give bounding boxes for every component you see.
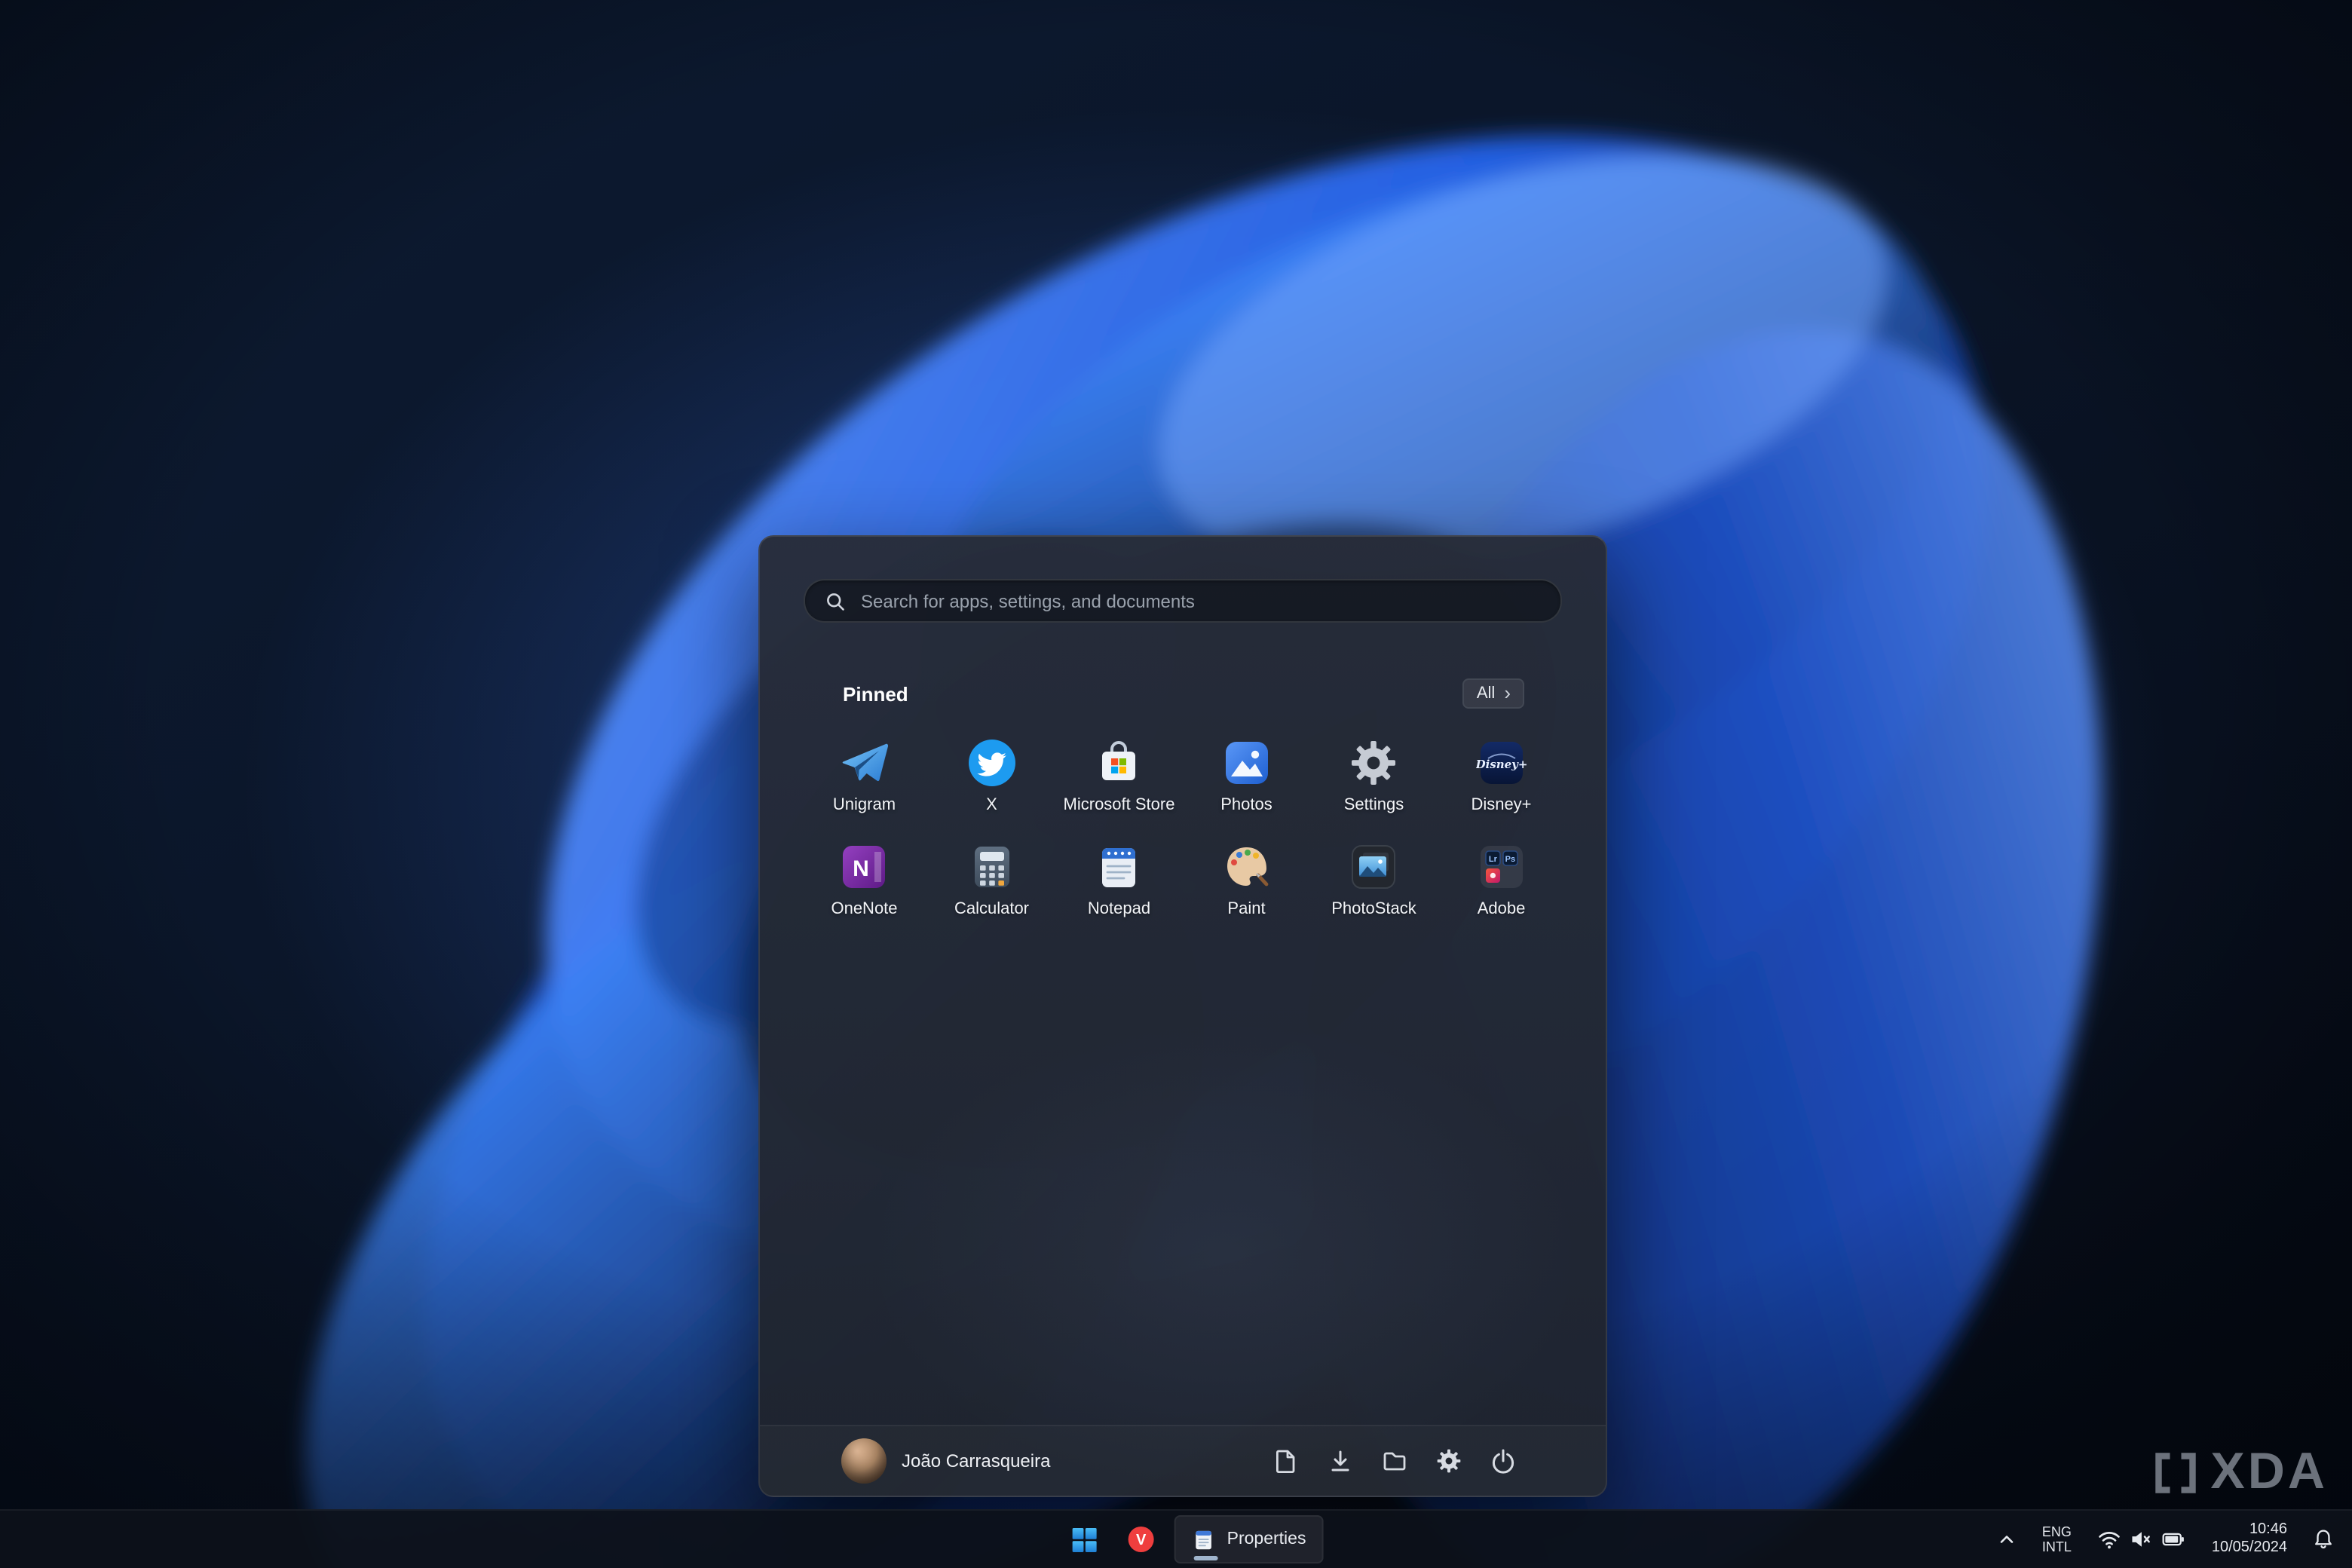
app-label: Notepad: [1087, 900, 1151, 918]
notification-bell-icon: [2315, 1530, 2332, 1549]
svg-text:Ps: Ps: [1505, 855, 1514, 864]
search-icon: [827, 593, 844, 610]
adobe-group-icon: Lr Ps: [1476, 841, 1527, 893]
svg-text:Lr: Lr: [1488, 855, 1497, 864]
all-apps-button[interactable]: All ›: [1462, 678, 1524, 709]
documents-shortcut-button[interactable]: [1265, 1440, 1307, 1482]
app-disney-plus[interactable]: Disney+ Disney+: [1438, 727, 1565, 822]
xda-logo-icon: [2155, 1452, 2197, 1493]
window-title-label: Properties: [1227, 1530, 1306, 1548]
language-region: INTL: [2041, 1539, 2072, 1554]
svg-text:V: V: [1136, 1532, 1147, 1548]
app-label: Adobe: [1477, 900, 1526, 918]
settings-shortcut-button[interactable]: [1428, 1440, 1470, 1482]
properties-window-icon: [1196, 1530, 1211, 1549]
xda-watermark: XDA: [2153, 1443, 2328, 1502]
app-photos[interactable]: Photos: [1183, 727, 1310, 822]
language-switcher[interactable]: ENG INTL: [2032, 1520, 2082, 1559]
paint-palette-icon: [1221, 841, 1272, 893]
notification-center-button[interactable]: [2304, 1521, 2343, 1557]
avatar: [841, 1438, 887, 1484]
app-label: OneNote: [831, 900, 898, 918]
properties-window-button[interactable]: Properties: [1174, 1515, 1325, 1563]
quick-settings-button[interactable]: [2088, 1521, 2195, 1557]
downloads-shortcut-button[interactable]: [1319, 1440, 1361, 1482]
folder-icon: [1383, 1452, 1406, 1471]
unigram-paper-plane-icon: [839, 737, 890, 789]
app-onenote[interactable]: N OneNote: [801, 831, 928, 926]
search-box[interactable]: [804, 579, 1562, 623]
app-photostack[interactable]: PhotoStack: [1310, 831, 1438, 926]
app-label: Microsoft Store: [1063, 796, 1175, 814]
time-label: 10:46: [2249, 1521, 2287, 1538]
pinned-section-title: Pinned: [843, 682, 908, 705]
app-x[interactable]: X: [928, 727, 1055, 822]
app-label: Calculator: [954, 900, 1030, 918]
start-menu-footer: João Carrasqueira: [760, 1425, 1606, 1496]
photos-landscape-icon: [1221, 737, 1272, 789]
show-hidden-icons-button[interactable]: [1989, 1523, 2026, 1556]
xda-watermark-text: XDA: [2210, 1443, 2328, 1500]
document-icon: [1276, 1450, 1295, 1473]
all-apps-label: All: [1476, 684, 1496, 703]
app-label: Paint: [1227, 900, 1266, 918]
volume-muted-icon: [2132, 1532, 2150, 1547]
onenote-n-icon: N: [839, 841, 890, 893]
svg-text:N: N: [853, 856, 870, 881]
app-notepad[interactable]: Notepad: [1055, 831, 1183, 926]
user-profile-button[interactable]: João Carrasqueira: [832, 1432, 1059, 1490]
power-icon: [1492, 1449, 1514, 1474]
app-label: Disney+: [1471, 796, 1532, 814]
app-paint[interactable]: Paint: [1183, 831, 1310, 926]
windows-logo-icon: [1071, 1527, 1096, 1551]
app-adobe-group[interactable]: Lr Ps Adobe: [1438, 831, 1565, 926]
date-label: 10/05/2024: [2211, 1539, 2287, 1556]
disney-plus-logo-icon: Disney+: [1476, 737, 1527, 789]
app-label: Settings: [1343, 796, 1404, 814]
app-settings[interactable]: Settings: [1310, 727, 1438, 822]
file-explorer-shortcut-button[interactable]: [1374, 1440, 1416, 1482]
app-calculator[interactable]: Calculator: [928, 831, 1055, 926]
app-label: Unigram: [832, 796, 896, 814]
power-button[interactable]: [1482, 1440, 1524, 1482]
gear-icon: [1437, 1449, 1461, 1473]
user-name: João Carrasqueira: [902, 1450, 1051, 1472]
wifi-icon: [2099, 1532, 2120, 1549]
taskbar: V Properties ENG INTL 10:46 10/05/2024: [0, 1509, 2352, 1568]
app-microsoft-store[interactable]: Microsoft Store: [1055, 727, 1183, 822]
battery-icon: [2162, 1533, 2184, 1546]
desktop: Pinned All › Unigram: [0, 0, 2352, 1568]
microsoft-store-bag-icon: [1094, 737, 1145, 789]
vivaldi-browser-button[interactable]: V: [1117, 1517, 1165, 1562]
start-button[interactable]: [1060, 1517, 1108, 1562]
gear-icon: [1349, 737, 1400, 789]
app-label: X: [986, 796, 997, 814]
app-label: PhotoStack: [1331, 900, 1416, 918]
search-input[interactable]: [858, 589, 1541, 613]
vivaldi-icon: V: [1128, 1527, 1154, 1552]
pinned-apps-grid: Unigram X Microsoft Store Photos Setting…: [801, 727, 1565, 926]
app-label: Photos: [1220, 796, 1272, 814]
chevron-right-icon: ›: [1504, 681, 1511, 704]
start-menu: Pinned All › Unigram: [758, 535, 1607, 1497]
twitter-bird-icon: [966, 737, 1018, 789]
app-unigram[interactable]: Unigram: [801, 727, 928, 822]
chevron-up-icon: [2001, 1536, 2014, 1543]
calculator-icon: [966, 841, 1018, 893]
download-icon: [1331, 1450, 1349, 1472]
photo-stack-icon: [1349, 841, 1400, 893]
svg-text:Disney+: Disney+: [1476, 758, 1527, 771]
clock[interactable]: 10:46 10/05/2024: [2201, 1518, 2298, 1560]
language-code: ENG: [2041, 1524, 2072, 1539]
notepad-icon: [1094, 841, 1145, 893]
